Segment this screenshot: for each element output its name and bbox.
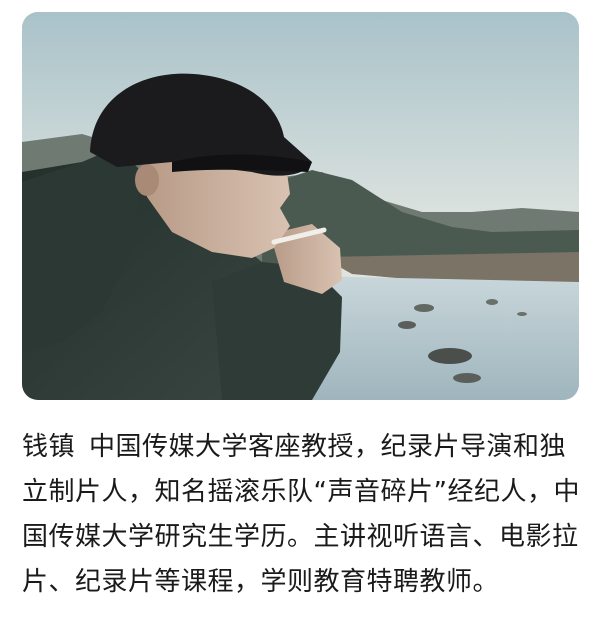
portrait-photo xyxy=(22,12,579,400)
portrait-illustration xyxy=(22,12,579,400)
biography-text: 钱镇 中国传媒大学客座教授，纪录片导演和独立制片人，知名摇滚乐队“声音碎片”经纪人… xyxy=(22,425,584,605)
biography-body: 中国传媒大学客座教授，纪录片导演和独立制片人，知名摇滚乐队“声音碎片”经纪人，中… xyxy=(22,432,580,597)
person-name: 钱镇 xyxy=(22,432,76,462)
